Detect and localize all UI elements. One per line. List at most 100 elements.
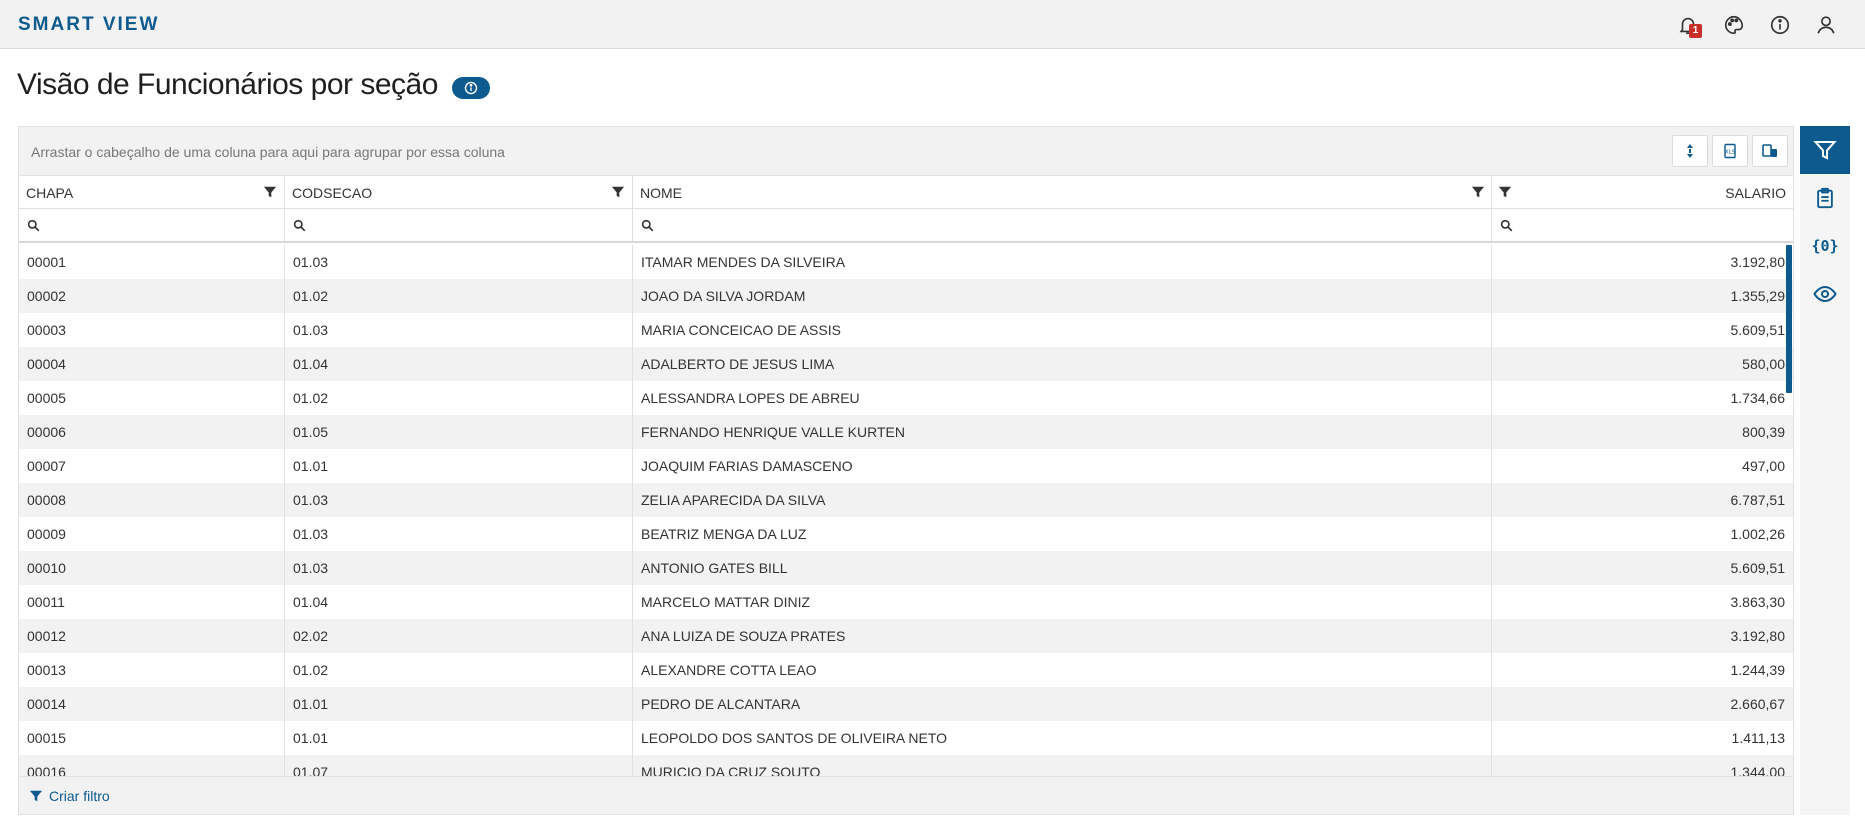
- user-button[interactable]: [1815, 14, 1837, 36]
- column-label: NOME: [640, 185, 682, 201]
- cell-nome: BEATRIZ MENGA DA LUZ: [633, 517, 1492, 551]
- cell-chapa: 00001: [19, 245, 285, 279]
- table-row[interactable]: 00005 01.02 ALESSANDRA LOPES DE ABREU 1.734…: [19, 381, 1793, 415]
- table-row[interactable]: 00015 01.01 LEOPOLDO DOS SANTOS DE OLIVEIR…: [19, 721, 1793, 755]
- cell-salario: 580,00: [1742, 356, 1785, 372]
- table-row[interactable]: 00002 01.02 JOAO DA SILVA JORDAM 1.355,29: [19, 279, 1793, 313]
- cell-nome: ANTONIO GATES BILL: [633, 551, 1492, 585]
- cell-chapa: 00008: [19, 483, 285, 517]
- cell-chapa: 00003: [19, 313, 285, 347]
- table-row[interactable]: 00003 01.03 MARIA CONCEICAO DE ASSIS 5.609,…: [19, 313, 1793, 347]
- svg-text:XLS: XLS: [1725, 150, 1736, 156]
- table-row[interactable]: 00004 01.04 ADALBERTO DE JESUS LIMA 580,00: [19, 347, 1793, 381]
- table-row[interactable]: 00014 01.01 PEDRO DE ALCANTARA 2.660,67: [19, 687, 1793, 721]
- cell-nome: MARIA CONCEICAO DE ASSIS: [633, 313, 1492, 347]
- cell-nome: JOAO DA SILVA JORDAM: [633, 279, 1492, 313]
- info-icon: [464, 81, 478, 95]
- grid-filter-row: [19, 209, 1793, 243]
- cell-chapa: 00006: [19, 415, 285, 449]
- cell-codsecao: 01.02: [285, 381, 633, 415]
- page-info-button[interactable]: [452, 77, 490, 99]
- cell-nome: ITAMAR MENDES DA SILVEIRA: [633, 245, 1492, 279]
- cell-nome: ANA LUIZA DE SOUZA PRATES: [633, 619, 1492, 653]
- grid-body: 00001 01.03 ITAMAR MENDES DA SILVEIRA 3.192…: [19, 245, 1793, 776]
- side-clipboard-button[interactable]: [1800, 174, 1850, 222]
- column-label: CHAPA: [26, 185, 74, 201]
- top-bar: SMART VIEW 1: [0, 0, 1865, 49]
- cell-nome: ALESSANDRA LOPES DE ABREU: [633, 381, 1492, 415]
- column-header-chapa[interactable]: CHAPA: [19, 176, 285, 208]
- table-row[interactable]: 00012 02.02 ANA LUIZA DE SOUZA PRATES 3.192…: [19, 619, 1793, 653]
- table-row[interactable]: 00001 01.03 ITAMAR MENDES DA SILVEIRA 3.192…: [19, 245, 1793, 279]
- filter-icon[interactable]: [1498, 185, 1512, 199]
- search-icon: [1500, 219, 1513, 232]
- vertical-scrollbar[interactable]: [1786, 245, 1792, 393]
- filter-input-salario[interactable]: [1492, 209, 1793, 241]
- cell-chapa: 00013: [19, 653, 285, 687]
- create-filter-button[interactable]: Criar filtro: [29, 788, 110, 804]
- user-icon: [1817, 16, 1835, 34]
- cell-nome: ADALBERTO DE JESUS LIMA: [633, 347, 1492, 381]
- theme-button[interactable]: [1723, 14, 1745, 36]
- variables-icon: {0}: [1812, 237, 1838, 255]
- filter-icon[interactable]: [1471, 185, 1485, 199]
- cell-codsecao: 01.01: [285, 449, 633, 483]
- cell-chapa: 00009: [19, 517, 285, 551]
- search-icon: [641, 219, 654, 232]
- cell-chapa: 00005: [19, 381, 285, 415]
- expand-vertical-icon: [1687, 144, 1693, 158]
- column-header-codsecao[interactable]: CODSECAO: [285, 176, 633, 208]
- cell-codsecao: 01.03: [285, 517, 633, 551]
- cell-nome: MARCELO MATTAR DINIZ: [633, 585, 1492, 619]
- table-row[interactable]: 00007 01.01 JOAQUIM FARIAS DAMASCENO 497,00: [19, 449, 1793, 483]
- cell-codsecao: 01.07: [285, 755, 633, 776]
- grid-footer: Criar filtro: [19, 776, 1793, 814]
- table-row[interactable]: 00011 01.04 MARCELO MATTAR DINIZ 3.863,30: [19, 585, 1793, 619]
- notifications-button[interactable]: 1: [1677, 14, 1702, 38]
- cell-codsecao: 01.03: [285, 551, 633, 585]
- columns-button[interactable]: [1752, 135, 1788, 167]
- side-filter-button[interactable]: [1800, 126, 1850, 174]
- side-variables-button[interactable]: {0}: [1800, 222, 1850, 270]
- cell-salario: 1.002,26: [1730, 526, 1786, 542]
- cell-salario: 1.411,13: [1731, 730, 1785, 746]
- svg-text:{0}: {0}: [1812, 237, 1838, 255]
- filter-icon[interactable]: [263, 185, 277, 199]
- cell-chapa: 00015: [19, 721, 285, 755]
- filter-input-chapa[interactable]: [19, 209, 285, 241]
- cell-chapa: 00012: [19, 619, 285, 653]
- excel-export-icon: XLS: [1724, 143, 1736, 159]
- table-row[interactable]: 00016 01.07 MURICIO DA CRUZ SOUTO 1.344,00: [19, 755, 1793, 776]
- filter-icon[interactable]: [611, 185, 625, 199]
- cell-chapa: 00007: [19, 449, 285, 483]
- export-excel-button[interactable]: XLS: [1712, 135, 1748, 167]
- table-row[interactable]: 00006 01.05 FERNANDO HENRIQUE VALLE KURTEN…: [19, 415, 1793, 449]
- cell-nome: FERNANDO HENRIQUE VALLE KURTEN: [633, 415, 1492, 449]
- columns-chooser-icon: [1762, 144, 1777, 157]
- cell-nome: MURICIO DA CRUZ SOUTO: [633, 755, 1492, 776]
- cell-salario: 3.192,80: [1730, 628, 1786, 644]
- column-header-salario[interactable]: SALARIO: [1492, 176, 1793, 208]
- clipboard-icon: [1817, 187, 1833, 209]
- cell-nome: ZELIA APARECIDA DA SILVA: [633, 483, 1492, 517]
- table-row[interactable]: 00013 01.02 ALEXANDRE COTTA LEAO 1.244,39: [19, 653, 1793, 687]
- column-label: CODSECAO: [292, 185, 373, 201]
- filter-input-nome[interactable]: [633, 209, 1492, 241]
- info-button[interactable]: [1769, 14, 1791, 36]
- table-row[interactable]: 00008 01.03 ZELIA APARECIDA DA SILVA 6.787,…: [19, 483, 1793, 517]
- side-eye-button[interactable]: [1800, 270, 1850, 318]
- cell-nome: ALEXANDRE COTTA LEAO: [633, 653, 1492, 687]
- cell-codsecao: 01.05: [285, 415, 633, 449]
- table-row[interactable]: 00010 01.03 ANTONIO GATES BILL 5.609,51: [19, 551, 1793, 585]
- row-height-button[interactable]: [1672, 135, 1708, 167]
- notification-badge: 1: [1689, 24, 1702, 38]
- cell-chapa: 00016: [19, 755, 285, 776]
- cell-salario: 3.863,30: [1730, 594, 1786, 610]
- group-panel[interactable]: Arrastar o cabeçalho de uma coluna para …: [19, 127, 1793, 175]
- eye-icon: [1813, 285, 1837, 303]
- search-icon: [293, 219, 306, 232]
- cell-salario: 2.660,67: [1730, 696, 1786, 712]
- table-row[interactable]: 00009 01.03 BEATRIZ MENGA DA LUZ 1.002,26: [19, 517, 1793, 551]
- filter-input-codsecao[interactable]: [285, 209, 633, 241]
- column-header-nome[interactable]: NOME: [633, 176, 1492, 208]
